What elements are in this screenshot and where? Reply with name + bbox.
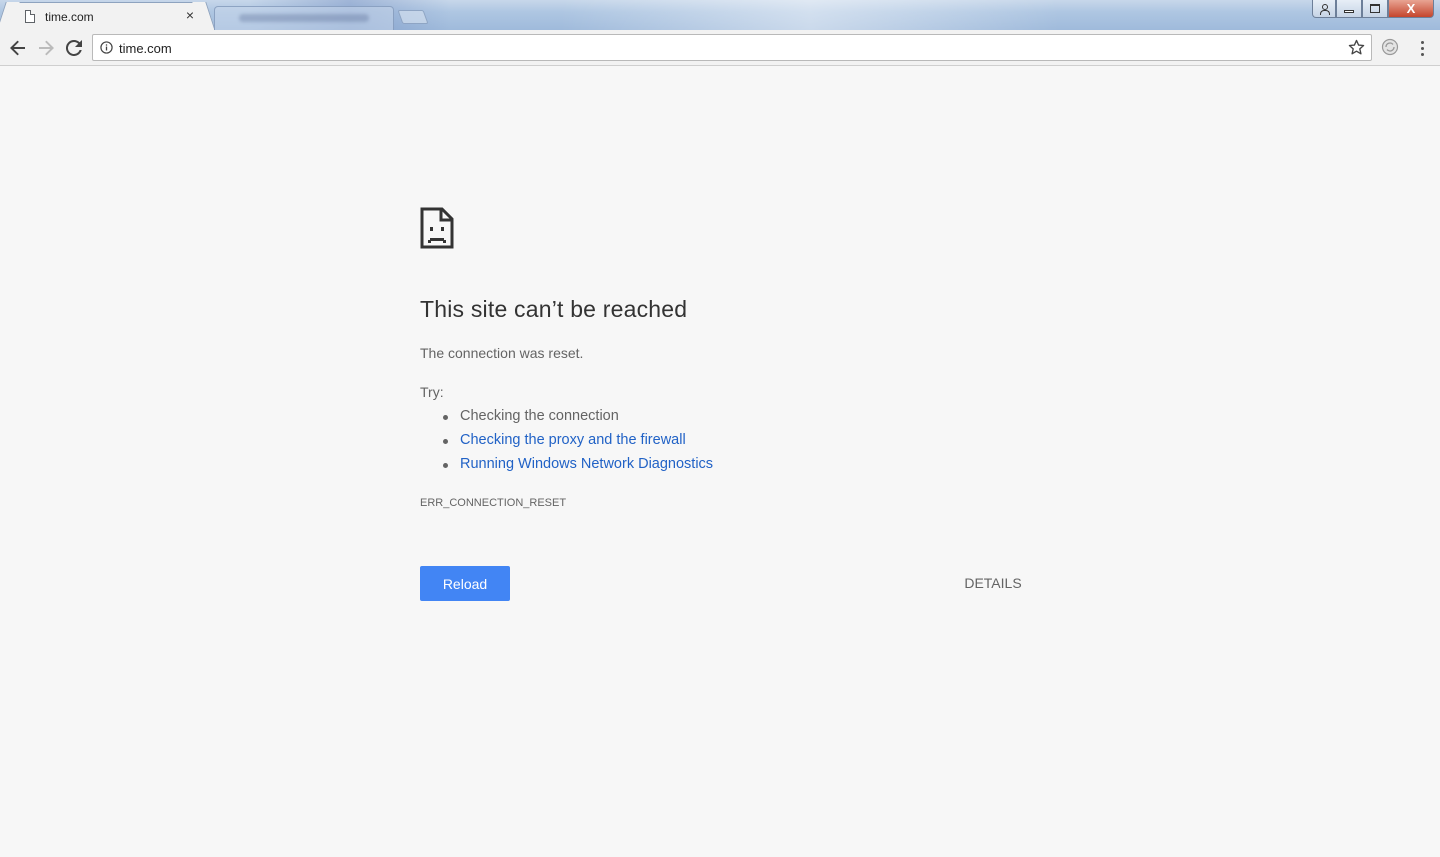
minimize-button[interactable] [1336,0,1362,18]
tab-close-icon[interactable]: × [183,7,197,23]
close-window-button[interactable]: X [1388,0,1434,18]
tab-edge-left [0,2,20,30]
back-button[interactable] [7,37,29,59]
error-subtitle: The connection was reset. [420,345,584,361]
error-code: ERR_CONNECTION_RESET [420,497,567,509]
tab-strip: time.com × X [0,0,1440,30]
page-icon [25,10,35,23]
tab-title: time.com [45,10,94,24]
tab-inactive[interactable] [214,6,394,30]
reload-page-button[interactable] [63,37,85,59]
reload-icon [66,40,82,56]
details-button[interactable]: DETAILS [960,575,1026,591]
user-icon [1319,3,1330,15]
suggestion-check-connection: Checking the connection [420,407,713,431]
error-title: This site can’t be reached [420,296,688,322]
minimize-icon [1344,10,1354,13]
new-tab-button[interactable] [397,10,429,24]
maximize-icon [1370,4,1380,13]
extension-icon[interactable] [1381,38,1399,56]
back-arrow-icon [10,40,25,56]
menu-dot [1420,52,1424,56]
url-text[interactable]: time.com [119,41,172,56]
browser-toolbar: time.com [0,30,1440,66]
error-page: This site can’t be reached The connectio… [0,67,1440,857]
forward-button[interactable] [35,37,57,59]
info-icon[interactable] [100,41,113,54]
menu-dot [1420,46,1424,50]
suggestion-proxy-firewall-link[interactable]: Checking the proxy and the firewall [420,431,713,455]
menu-dot [1420,40,1424,44]
maximize-button[interactable] [1362,0,1388,18]
tab-inactive-blurred-title [239,14,369,22]
user-profile-button[interactable] [1312,0,1336,18]
kebab-menu-icon[interactable] [1414,38,1430,58]
try-label: Try: [420,384,444,400]
sad-document-icon [420,207,454,249]
address-bar[interactable]: time.com [92,34,1372,61]
window-controls: X [1312,0,1434,18]
tab-active[interactable]: time.com × [0,2,216,30]
forward-arrow-icon [39,40,54,56]
reload-button[interactable]: Reload [420,566,510,601]
suggestion-list: Checking the connection Checking the pro… [420,407,713,479]
star-icon[interactable] [1348,39,1365,56]
titlebar-glow [560,0,1060,30]
suggestion-network-diagnostics-link[interactable]: Running Windows Network Diagnostics [420,455,713,479]
